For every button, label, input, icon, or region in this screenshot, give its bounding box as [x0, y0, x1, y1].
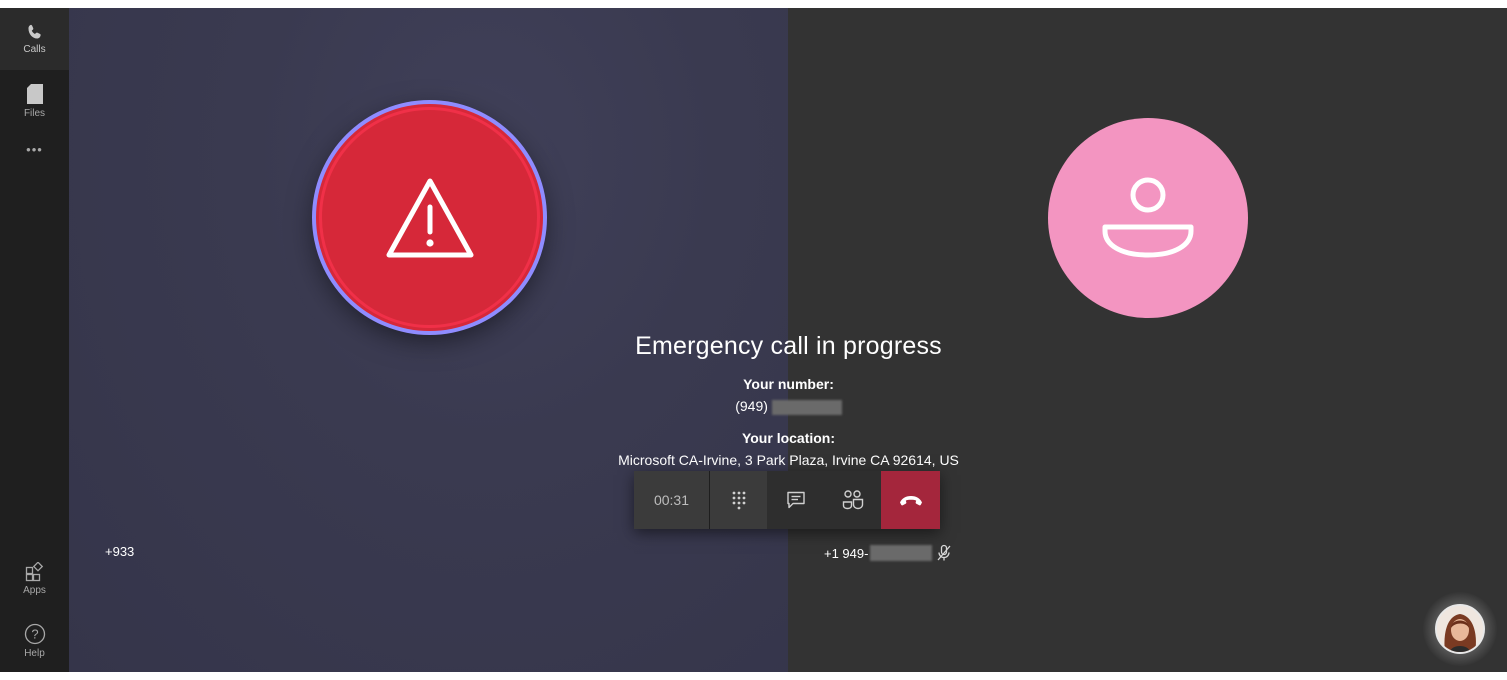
redacted-number: [771, 399, 842, 415]
user-photo-icon: [1437, 606, 1483, 652]
warning-icon: [386, 178, 473, 257]
caller-avatar: [1048, 118, 1248, 318]
apps-icon: [25, 562, 43, 582]
participant-label-emergency: +933: [105, 544, 135, 559]
your-number-value: (949): [540, 398, 1037, 415]
call-status-title: Emergency call in progress: [635, 332, 942, 360]
rail-files[interactable]: Files: [0, 70, 69, 132]
svg-text:?: ?: [31, 627, 38, 642]
participant-label-caller: +1 949-: [824, 544, 952, 562]
rail-help-label: Help: [24, 648, 45, 659]
redacted-caller-number: [870, 545, 933, 561]
call-info: Emergency call in progress Your number: …: [540, 328, 1037, 468]
rail-more-label: •••: [26, 141, 43, 157]
mic-off-icon: [937, 544, 951, 561]
rail-apps-label: Apps: [23, 585, 46, 596]
participants-icon: [842, 490, 863, 510]
your-number-label: Your number:: [743, 376, 834, 392]
rail-calls[interactable]: Calls: [0, 8, 69, 70]
your-number-prefix: (949): [735, 398, 768, 414]
rail-calls-label: Calls: [23, 44, 46, 55]
participants-button[interactable]: [824, 471, 881, 529]
dialpad-button[interactable]: [710, 471, 767, 529]
hangup-icon: [899, 496, 922, 506]
your-location-value: Microsoft CA-Irvine, 3 Park Plaza, Irvin…: [618, 451, 959, 468]
caller-number-prefix: +1 949-: [824, 545, 869, 561]
rail-apps[interactable]: Apps: [0, 548, 69, 610]
chat-icon: [786, 491, 805, 509]
avatar: [1435, 604, 1485, 654]
rail-files-label: Files: [23, 108, 46, 119]
chat-button[interactable]: [767, 471, 824, 529]
rail-help[interactable]: ? Help: [0, 610, 69, 672]
call-timer: 00:31: [634, 471, 709, 529]
app-rail: Calls Files ••• Apps ? Help: [0, 8, 69, 672]
teams-call-window: Calls Files ••• Apps ? Help Emergency ca…: [0, 8, 1507, 672]
emergency-avatar: [316, 104, 543, 331]
phone-icon: [27, 24, 41, 39]
your-location-label: Your location:: [741, 429, 836, 446]
call-controls: 00:31: [634, 471, 940, 529]
hang-up-button[interactable]: [881, 471, 940, 529]
dialpad-icon: [732, 491, 745, 510]
more-icon[interactable]: •••: [0, 132, 69, 166]
help-icon: ?: [24, 623, 45, 645]
self-view-avatar[interactable]: [1423, 592, 1497, 666]
file-icon: [26, 84, 43, 104]
person-icon: [1102, 177, 1194, 258]
